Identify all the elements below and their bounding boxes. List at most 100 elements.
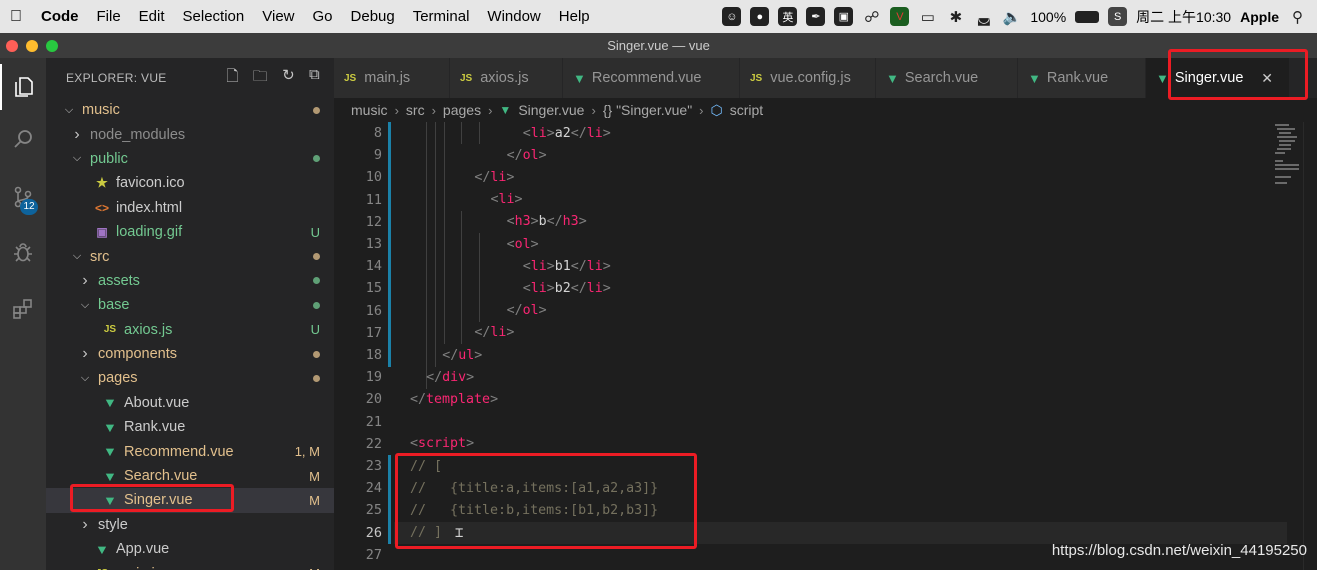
menu-window[interactable]: Window bbox=[478, 8, 549, 25]
tree-folder-assets[interactable]: › assets bbox=[46, 269, 334, 293]
vscode-icon[interactable]: V bbox=[890, 7, 910, 26]
line-number: 26 bbox=[365, 524, 382, 541]
tree-file-search-vue[interactable]: ▼ Search.vue M bbox=[46, 464, 334, 488]
tree-file-rank-vue[interactable]: ▼ Rank.vue bbox=[46, 415, 334, 439]
code-line: 16 </ol> bbox=[334, 300, 1317, 322]
app-s-icon[interactable]: S bbox=[1108, 7, 1128, 26]
tree-file-main-js[interactable]: JSmain.jsM bbox=[46, 561, 334, 570]
apple-menu-icon[interactable]:  bbox=[0, 8, 32, 26]
code-token: > bbox=[546, 280, 555, 296]
code-token: li bbox=[530, 125, 547, 141]
code-token: > bbox=[538, 303, 547, 319]
menu-edit[interactable]: Edit bbox=[130, 8, 174, 25]
close-tab-icon[interactable]: ✕ bbox=[1261, 70, 1273, 87]
bluetooth-icon[interactable]: ✱ bbox=[946, 7, 965, 26]
close-window-button[interactable] bbox=[6, 40, 18, 52]
tab-main-js[interactable]: JS main.js bbox=[334, 58, 450, 98]
input-method-icon[interactable]: 英 bbox=[778, 7, 798, 26]
menu-selection[interactable]: Selection bbox=[174, 8, 254, 25]
code-editor[interactable]: 8 <li>a2</li> 9 </ol> 10 </li> 11 <li> 12 <h3>b</… bbox=[334, 122, 1317, 570]
line-number: 21 bbox=[365, 413, 382, 430]
tree-file-singer-vue[interactable]: ▼ Singer.vue M bbox=[46, 488, 334, 513]
zoom-window-button[interactable] bbox=[46, 40, 58, 52]
new-folder-icon[interactable]: 🗀 bbox=[253, 66, 268, 91]
tree-item-label: main.js bbox=[116, 566, 162, 570]
breadcrumb-item[interactable]: Singer.vue bbox=[518, 102, 584, 118]
wifi-icon[interactable]: ◛ bbox=[974, 7, 993, 26]
debug-icon[interactable] bbox=[0, 230, 46, 276]
menu-terminal[interactable]: Terminal bbox=[404, 8, 479, 25]
tab-recommend-vue[interactable]: ▼ Recommend.vue bbox=[563, 58, 740, 98]
source-control-icon[interactable]: 12 bbox=[0, 174, 46, 220]
tree-file-axios-js[interactable]: JS axios.js U bbox=[46, 318, 334, 342]
vue-file-icon: ▼ bbox=[102, 419, 118, 435]
breadcrumb-item[interactable]: pages bbox=[443, 102, 481, 118]
menu-view[interactable]: View bbox=[253, 8, 303, 25]
app-menu-code[interactable]: Code bbox=[32, 8, 88, 25]
tree-file-loading-gif[interactable]: ▣ loading.gif U bbox=[46, 220, 334, 244]
breadcrumb-item[interactable]: script bbox=[730, 102, 763, 118]
code-token: </ bbox=[426, 369, 443, 385]
microphone-icon[interactable]: ● bbox=[750, 7, 770, 26]
line-number: 12 bbox=[365, 213, 382, 230]
tab-axios-js[interactable]: JS axios.js bbox=[450, 58, 563, 98]
code-line: 15 <li>b2</li> bbox=[334, 277, 1317, 299]
chevron-down-icon: ⌵ bbox=[80, 298, 90, 311]
battery-percent[interactable]: 100% bbox=[1030, 9, 1066, 25]
refresh-icon[interactable]: ↻ bbox=[282, 66, 295, 91]
volume-icon[interactable]: 🔈 bbox=[1002, 7, 1022, 26]
user-name[interactable]: Apple bbox=[1240, 9, 1279, 25]
tree-folder-base[interactable]: ⌵ base bbox=[46, 293, 334, 317]
breadcrumb-item[interactable]: music bbox=[351, 102, 388, 118]
tree-folder-node_modules[interactable]: › node_modules bbox=[46, 122, 334, 146]
line-number: 17 bbox=[365, 324, 382, 341]
menu-debug[interactable]: Debug bbox=[342, 8, 404, 25]
chevron-right-icon: › bbox=[82, 345, 88, 363]
code-token: > bbox=[466, 369, 475, 385]
tree-folder-public[interactable]: ⌵ public bbox=[46, 147, 334, 171]
code-line: 24 // {title:a,items:[a1,a2,a3]} bbox=[334, 477, 1317, 499]
tree-file-favicon-ico[interactable]: ★ favicon.ico bbox=[46, 171, 334, 195]
minimize-window-button[interactable] bbox=[26, 40, 38, 52]
code-text: </ul> bbox=[442, 348, 482, 363]
line-number: 20 bbox=[365, 391, 382, 408]
tab-singer-vue[interactable]: ▼ Singer.vue ✕ bbox=[1146, 58, 1290, 98]
tree-folder-style[interactable]: › style bbox=[46, 513, 334, 537]
extensions-icon[interactable] bbox=[0, 286, 46, 332]
breadcrumb-item[interactable]: src bbox=[406, 102, 425, 118]
tab-rank-vue[interactable]: ▼ Rank.vue bbox=[1018, 58, 1146, 98]
tree-folder-components[interactable]: › components bbox=[46, 342, 334, 366]
battery-icon[interactable] bbox=[1075, 10, 1100, 23]
feather-icon[interactable]: ✒ bbox=[806, 7, 826, 26]
new-file-icon[interactable]: 🗋 bbox=[226, 66, 238, 91]
tree-folder-music[interactable]: ⌵ music bbox=[46, 98, 334, 122]
tree-file-app-vue[interactable]: ▼ App.vue bbox=[46, 537, 334, 561]
tab-search-vue[interactable]: ▼ Search.vue bbox=[876, 58, 1018, 98]
breadcrumb-item[interactable]: {} "Singer.vue" bbox=[603, 102, 692, 118]
airplay-icon[interactable]: ▭ bbox=[918, 7, 937, 26]
code-token: li bbox=[490, 325, 507, 341]
tab-vue-config-js[interactable]: JS vue.config.js bbox=[740, 58, 876, 98]
files-icon[interactable] bbox=[0, 64, 46, 110]
menu-go[interactable]: Go bbox=[304, 8, 342, 25]
clock[interactable]: 周二 上午10:30 bbox=[1136, 7, 1231, 27]
tree-item-label: Recommend.vue bbox=[124, 443, 234, 460]
code-token: </ bbox=[546, 214, 563, 230]
smiley-icon[interactable]: ☺ bbox=[722, 7, 742, 26]
menu-help[interactable]: Help bbox=[550, 8, 599, 25]
collapse-all-icon[interactable]: ⧉ bbox=[309, 66, 320, 91]
code-token: </ bbox=[570, 258, 587, 274]
html-file-icon: <> bbox=[94, 200, 109, 215]
line-number: 15 bbox=[365, 280, 382, 297]
tree-file-index-html[interactable]: <> index.html bbox=[46, 196, 334, 220]
tree-file-recommend-vue[interactable]: ▼ Recommend.vue 1, M bbox=[46, 439, 334, 463]
wechat-icon[interactable]: ☍ bbox=[862, 7, 881, 26]
tree-item-label: public bbox=[90, 150, 128, 167]
tree-folder-pages[interactable]: ⌵ pages bbox=[46, 366, 334, 390]
screen-icon[interactable]: ▣ bbox=[834, 7, 854, 26]
tree-file-about-vue[interactable]: ▼ About.vue bbox=[46, 391, 334, 415]
tree-folder-src[interactable]: ⌵ src bbox=[46, 244, 334, 268]
menu-file[interactable]: File bbox=[88, 8, 130, 25]
search-icon[interactable] bbox=[0, 116, 46, 162]
spotlight-search-icon[interactable]: ⚲ bbox=[1288, 7, 1307, 26]
